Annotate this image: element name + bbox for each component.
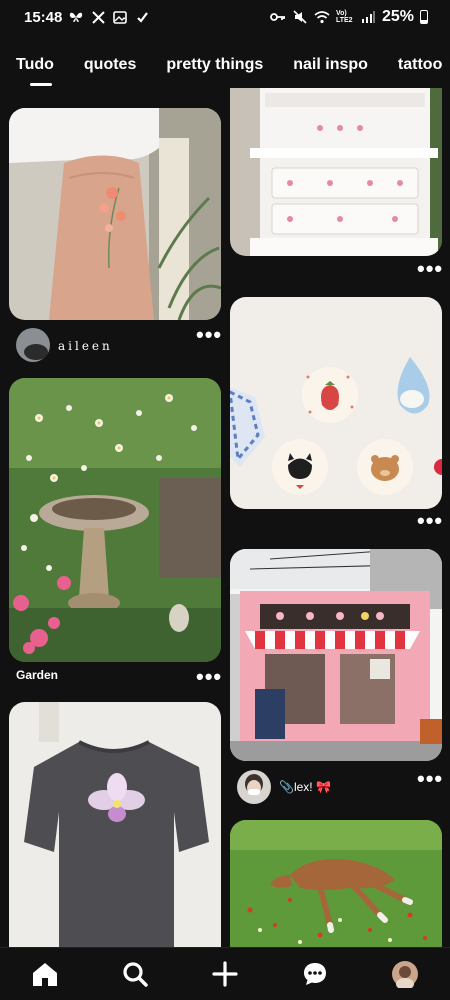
tab-nail-inspo[interactable]: nail inspo [293,56,368,74]
avatar-aileen[interactable] [16,328,50,362]
mute-icon [292,9,308,25]
pin-dresser-image[interactable] [230,88,442,256]
status-bar: 15:48 Vo) LTE2 25% [0,0,450,34]
wifi-icon [314,9,330,25]
pin-knit-top-image[interactable] [9,702,221,948]
nav-messages-button[interactable] [295,954,335,994]
pin-more-button[interactable]: ••• [417,258,443,280]
pin-more-button[interactable]: ••• [417,510,443,532]
pin-garden-image[interactable] [9,378,221,662]
tab-tudo[interactable]: Tudo [16,56,54,86]
x-icon [90,9,106,25]
status-right: Vo) LTE2 25% [270,8,428,26]
key-icon [270,9,286,25]
pin-more-button[interactable]: ••• [196,666,222,688]
pin-username-aileen[interactable]: aileen [58,339,113,353]
home-icon [33,963,57,986]
board-tabs: Tudo quotes pretty things nail inspo tat… [16,56,450,86]
avatar-lex[interactable] [237,770,271,804]
pin-title-garden[interactable]: Garden [16,668,58,682]
status-time: 15:48 [24,8,63,26]
check-badge-icon [134,9,150,25]
profile-avatar [392,961,418,988]
search-icon [123,962,148,987]
pin-shopfront-image[interactable] [230,549,442,761]
nav-home-button[interactable] [25,954,65,994]
status-left: 15:48 [24,9,150,26]
butterfly-icon [68,9,84,25]
chat-icon [304,963,326,985]
plus-icon [212,961,238,987]
pin-more-button[interactable]: ••• [417,768,443,790]
nav-create-button[interactable] [205,954,245,994]
signal-icon [360,9,376,25]
network-label: Vo) LTE2 [335,10,353,24]
nav-search-button[interactable] [115,954,155,994]
pin-tattoo-arm-image[interactable] [9,108,221,320]
battery-icon [420,10,428,24]
pin-more-button[interactable]: ••• [196,324,222,346]
pin-ceramic-charms-image[interactable] [230,297,442,509]
gallery-icon [112,9,128,25]
tab-quotes[interactable]: quotes [84,56,136,74]
tab-tattoo[interactable]: tattoo [398,56,442,74]
pin-horse-grass-image[interactable] [230,820,442,948]
bottom-nav [0,947,450,1000]
pin-username-lex[interactable]: 📎lex! 🎀 [279,780,331,794]
battery-percent: 25% [381,8,414,25]
tab-pretty-things[interactable]: pretty things [166,56,263,74]
nav-profile-button[interactable] [385,954,425,994]
